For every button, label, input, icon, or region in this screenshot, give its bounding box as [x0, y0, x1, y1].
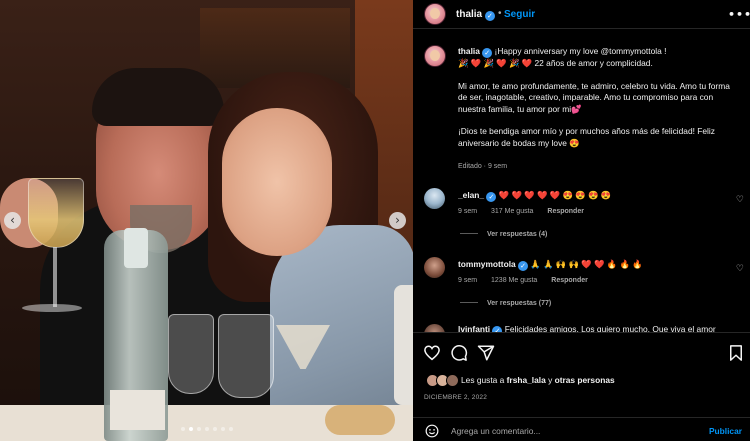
- caption-line-2: 🎉 ❤️ 🎉 ❤️ 🎉 ❤️ 22 años de amor y complic…: [458, 58, 653, 68]
- caption-meta: Editado · 9 sem: [458, 163, 508, 170]
- caption-paragraph-3: ¡Dios te bendiga amor mío y por muchos a…: [458, 126, 715, 148]
- emoji-icon[interactable]: [425, 424, 439, 438]
- author-username[interactable]: thalia ✓: [456, 9, 495, 21]
- comment-time: 9 sem: [458, 208, 478, 215]
- carousel-next-button[interactable]: ›: [389, 212, 406, 229]
- comments-list[interactable]: thalia ✓ ¡Happy anniversary my love @tom…: [413, 29, 750, 332]
- photo-water-glass: [218, 314, 274, 398]
- view-replies-button[interactable]: Ver respuestas (77): [460, 300, 551, 307]
- reply-button[interactable]: Responder: [547, 208, 584, 215]
- other-likers-link[interactable]: otras personas: [555, 375, 615, 385]
- carousel-dot: [220, 427, 225, 431]
- share-icon[interactable]: [477, 344, 495, 362]
- post-date[interactable]: DICIEMBRE 2, 2022: [424, 394, 487, 401]
- commenter-avatar[interactable]: [424, 188, 445, 209]
- carousel-dot-active: [188, 427, 193, 431]
- comment-meta: 9 sem 317 Me gusta Responder: [458, 208, 596, 215]
- publish-button[interactable]: Publicar: [709, 426, 742, 436]
- comment-meta: 9 sem 1238 Me gusta Responder: [458, 277, 600, 284]
- comment-like-heart-icon[interactable]: ♡: [736, 264, 744, 274]
- liker-username[interactable]: frsha_lala: [507, 375, 546, 385]
- comment-like-heart-icon[interactable]: ♡: [736, 195, 744, 205]
- verified-icon: ✓: [484, 11, 495, 21]
- add-comment-row: Publicar: [413, 417, 750, 441]
- photo-napkin: [394, 285, 413, 405]
- comment-time: 9 sem: [458, 277, 478, 284]
- carousel-dot: [212, 427, 217, 431]
- commenter-avatar[interactable]: [424, 324, 445, 332]
- verified-icon: ✓: [482, 48, 493, 58]
- comment-text: tommymottola ✓ 🙏 🙏 🙌 🙌 ❤️ ❤️ 🔥 🔥 🔥: [458, 259, 643, 271]
- commenter-avatar[interactable]: [424, 257, 445, 278]
- photo-bottle-neck: [124, 228, 148, 268]
- carousel-prev-button[interactable]: ‹: [4, 212, 21, 229]
- follow-button[interactable]: Seguir: [504, 9, 535, 20]
- photo-woman-face: [222, 108, 332, 256]
- comment-likes[interactable]: 1238 Me gusta: [491, 277, 537, 284]
- caption-line-1: ¡Happy anniversary my love @tommymottola…: [494, 46, 667, 56]
- caption-paragraph-2: Mi amor, te amo profundamente, te admiro…: [458, 80, 730, 114]
- comment-likes[interactable]: 317 Me gusta: [491, 208, 533, 215]
- commenter-username[interactable]: lvinfanti: [458, 324, 490, 332]
- comment-text: lvinfanti ✓ Felicidades amigos. Los quie…: [458, 324, 723, 332]
- carousel-dot: [180, 427, 185, 431]
- verified-icon: ✓: [518, 261, 529, 271]
- view-replies-button[interactable]: Ver respuestas (4): [460, 231, 547, 238]
- header-separator: •: [498, 8, 502, 19]
- comment-icon[interactable]: [450, 344, 468, 362]
- photo-glass-base: [22, 304, 82, 312]
- author-avatar[interactable]: [424, 3, 446, 25]
- post-caption: thalia ✓ ¡Happy anniversary my love @tom…: [458, 46, 740, 160]
- commenter-username[interactable]: tommymottola: [458, 259, 516, 269]
- chevron-right-icon: ›: [395, 213, 400, 227]
- reply-button[interactable]: Responder: [551, 277, 588, 284]
- comment-input[interactable]: [451, 423, 691, 438]
- bookmark-icon[interactable]: [727, 344, 745, 362]
- post-photo[interactable]: ‹ ›: [0, 0, 413, 441]
- caption-avatar[interactable]: [424, 45, 446, 67]
- photo-glass-stem: [53, 247, 57, 307]
- carousel-dot: [204, 427, 209, 431]
- carousel-dot: [228, 427, 233, 431]
- photo-wine-glass: [28, 178, 84, 248]
- caption-username[interactable]: thalia ✓: [458, 46, 493, 58]
- carousel-indicator: [0, 427, 413, 431]
- photo-water-glass: [168, 314, 214, 394]
- comment-text: _elan_ ✓ ❤️ ❤️ ❤️ ❤️ ❤️ 😍 😍 😍 😍: [458, 190, 612, 202]
- verified-icon: ✓: [486, 192, 497, 202]
- photo-man-hair: [92, 68, 224, 126]
- heart-icon[interactable]: [423, 344, 441, 362]
- post-actions: Les gusta a frsha_lala y otras personas …: [413, 332, 750, 440]
- chevron-left-icon: ‹: [10, 213, 15, 227]
- liker-avatar: [446, 374, 459, 387]
- carousel-dot: [196, 427, 201, 431]
- photo-bottle-label: [110, 390, 165, 430]
- commenter-username[interactable]: _elan_: [458, 190, 484, 200]
- likes-summary: Les gusta a frsha_lala y otras personas: [461, 375, 615, 385]
- more-options-button[interactable]: •••: [728, 8, 750, 21]
- post-header: thalia ✓ • Seguir •••: [413, 0, 750, 29]
- post-side-panel: thalia ✓ • Seguir ••• thalia ✓ ¡Happy an…: [413, 0, 750, 441]
